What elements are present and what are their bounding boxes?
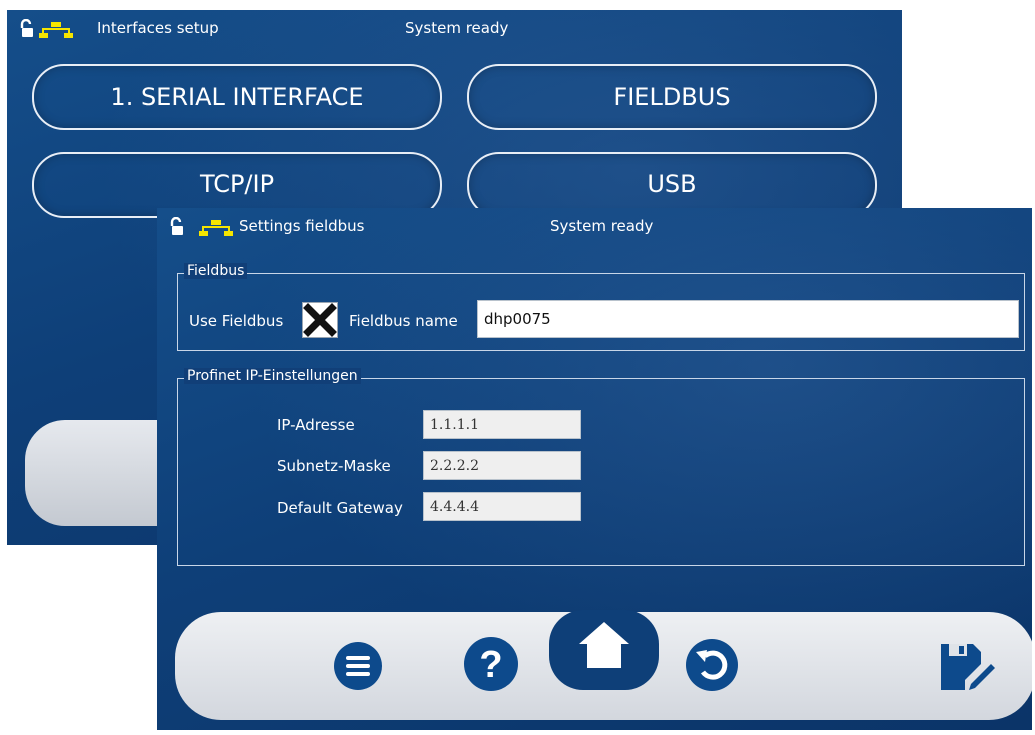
network-icon xyxy=(39,22,73,38)
fieldbus-name-label: Fieldbus name xyxy=(349,312,458,330)
default-gateway-label: Default Gateway xyxy=(277,499,403,517)
undo-icon[interactable] xyxy=(685,638,739,692)
fieldbus-group-legend: Fieldbus xyxy=(184,263,248,279)
title-bar: Settings fieldbus System ready xyxy=(157,208,1032,248)
help-icon[interactable]: ? xyxy=(463,636,519,692)
default-gateway-label-clip: Default Gateway xyxy=(277,498,419,517)
default-gateway-input[interactable]: 4.4.4.4 xyxy=(423,492,581,521)
unlocked-padlock-icon xyxy=(20,19,33,37)
profinet-group-legend: Profinet IP-Einstellungen xyxy=(184,368,361,384)
screen-title: Interfaces setup xyxy=(97,19,219,37)
home-icon[interactable] xyxy=(571,614,637,676)
subnet-mask-label: Subnetz-Maske xyxy=(277,457,391,475)
use-fieldbus-label: Use Fieldbus xyxy=(189,312,284,330)
svg-text:?: ? xyxy=(479,644,502,686)
ip-address-label: IP-Adresse xyxy=(277,416,355,434)
dialog-title: Settings fieldbus xyxy=(239,217,365,235)
menu-icon[interactable] xyxy=(333,641,383,691)
ip-address-input[interactable]: 1.1.1.1 xyxy=(423,410,581,439)
subnet-mask-input[interactable]: 2.2.2.2 xyxy=(423,451,581,480)
system-status: System ready xyxy=(550,217,654,235)
title-bar: Interfaces setup System ready xyxy=(7,10,902,50)
use-fieldbus-checkbox[interactable] xyxy=(302,302,338,338)
fieldbus-name-input[interactable]: dhp0075 xyxy=(477,300,1019,338)
serial-interface-button[interactable]: 1. SERIAL INTERFACE xyxy=(32,64,442,130)
save-edit-icon[interactable] xyxy=(937,640,997,696)
checked-x-icon xyxy=(303,303,337,337)
network-icon xyxy=(199,220,233,236)
fieldbus-button[interactable]: FIELDBUS xyxy=(467,64,877,130)
system-status: System ready xyxy=(405,19,509,37)
settings-fieldbus-dialog: Settings fieldbus System ready Fieldbus … xyxy=(157,208,1032,730)
unlocked-padlock-icon xyxy=(170,217,183,235)
